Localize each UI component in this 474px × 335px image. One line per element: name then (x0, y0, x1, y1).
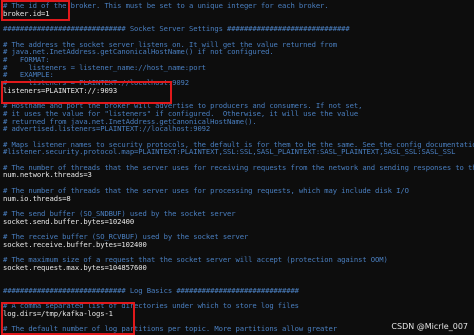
comment-line: # The default number of log partitions p… (3, 324, 337, 334)
comment-line: # The id of the broker. This must be set… (3, 1, 329, 10)
config-line: num.io.threads=8 (3, 193, 71, 203)
watermark-text: CSDN @Micrle_007 (391, 322, 468, 331)
comment-line: ############################# Socket Ser… (3, 24, 350, 34)
comment-line: #listener.security.protocol.map=PLAINTEX… (3, 147, 456, 157)
config-line: socket.send.buffer.bytes=102400 (3, 216, 135, 226)
comment-line: ############################# Log Basics… (3, 285, 299, 295)
config-line: socket.request.max.bytes=104857600 (3, 262, 147, 272)
config-line: socket.receive.buffer.bytes=102400 (3, 239, 147, 249)
config-line: num.network.threads=3 (3, 170, 92, 180)
config-line: listeners=PLAINTEXT://:9093 (3, 85, 118, 95)
config-line: broker.id=1 (3, 8, 50, 18)
config-line: log.dirs=/tmp/kafka-logs-1 (3, 309, 113, 318)
terminal-editor[interactable]: # The id of the broker. This must be set… (0, 0, 474, 335)
comment-line: # advertised.listeners=PLAINTEXT://local… (3, 124, 211, 134)
